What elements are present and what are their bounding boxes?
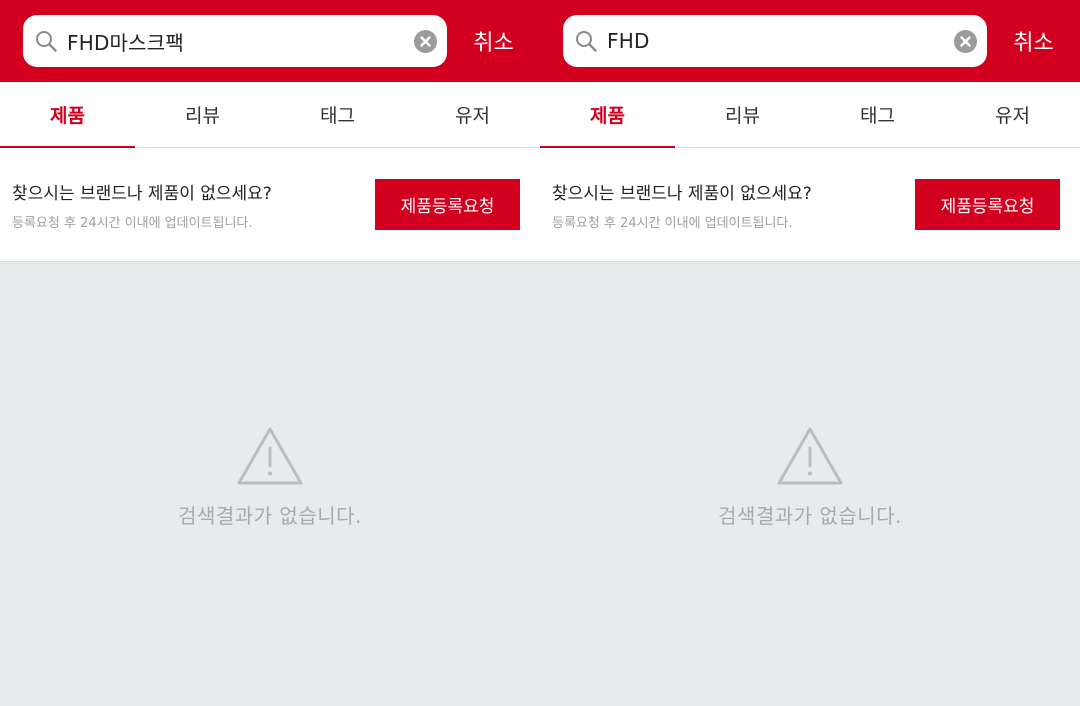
empty-state: 검색결과가 없습니다.: [540, 262, 1080, 706]
search-screen-left: FHD마스크팩 취소 제품 리뷰 태그 유저 찾으시는 브랜드나 제품이 없으세…: [0, 0, 540, 706]
tab-reviews[interactable]: 리뷰: [135, 82, 270, 147]
search-icon: [33, 28, 59, 54]
search-icon: [573, 28, 599, 54]
request-subtitle: 등록요청 후 24시간 이내에 업데이트됩니다.: [552, 215, 793, 231]
search-query-text: FHD: [607, 29, 650, 53]
tab-users[interactable]: 유저: [945, 82, 1080, 147]
empty-state: 검색결과가 없습니다.: [0, 262, 540, 706]
tab-products[interactable]: 제품: [0, 82, 135, 148]
product-request-bar: 찾으시는 브랜드나 제품이 없으세요? 등록요청 후 24시간 이내에 업데이트…: [540, 148, 1080, 262]
result-tabs: 제품 리뷰 태그 유저: [0, 82, 540, 148]
request-text-group: 찾으시는 브랜드나 제품이 없으세요? 등록요청 후 24시간 이내에 업데이트…: [12, 179, 375, 231]
tab-users[interactable]: 유저: [405, 82, 540, 147]
product-request-bar: 찾으시는 브랜드나 제품이 없으세요? 등록요청 후 24시간 이내에 업데이트…: [0, 148, 540, 262]
result-tabs: 제품 리뷰 태그 유저: [540, 82, 1080, 148]
screens-container: FHD마스크팩 취소 제품 리뷰 태그 유저 찾으시는 브랜드나 제품이 없으세…: [0, 0, 1080, 706]
search-query-text: FHD마스크팩: [67, 30, 184, 55]
request-title: 찾으시는 브랜드나 제품이 없으세요?: [12, 183, 272, 204]
tab-tags[interactable]: 태그: [810, 82, 945, 147]
tab-products[interactable]: 제품: [540, 82, 675, 148]
tab-tags[interactable]: 태그: [270, 82, 405, 147]
search-input[interactable]: FHD: [563, 15, 987, 67]
warning-icon: [777, 427, 843, 485]
product-request-button[interactable]: 제품등록요청: [375, 179, 520, 230]
empty-message: 검색결과가 없습니다.: [178, 504, 362, 528]
request-text-group: 찾으시는 브랜드나 제품이 없으세요? 등록요청 후 24시간 이내에 업데이트…: [552, 179, 915, 231]
search-header: FHD 취소: [540, 0, 1080, 82]
clear-icon[interactable]: [414, 29, 437, 53]
search-input[interactable]: FHD마스크팩: [23, 15, 447, 67]
search-screen-right: FHD 취소 제품 리뷰 태그 유저 찾으시는 브랜드나 제품이 없으세요? 등…: [540, 0, 1080, 706]
empty-message: 검색결과가 없습니다.: [718, 504, 902, 528]
cancel-button[interactable]: 취소: [987, 25, 1080, 57]
warning-icon: [237, 427, 303, 485]
cancel-button[interactable]: 취소: [447, 25, 540, 57]
clear-icon[interactable]: [954, 29, 977, 53]
search-header: FHD마스크팩 취소: [0, 0, 540, 82]
request-subtitle: 등록요청 후 24시간 이내에 업데이트됩니다.: [12, 215, 253, 231]
request-title: 찾으시는 브랜드나 제품이 없으세요?: [552, 183, 812, 204]
product-request-button[interactable]: 제품등록요청: [915, 179, 1060, 230]
tab-reviews[interactable]: 리뷰: [675, 82, 810, 147]
